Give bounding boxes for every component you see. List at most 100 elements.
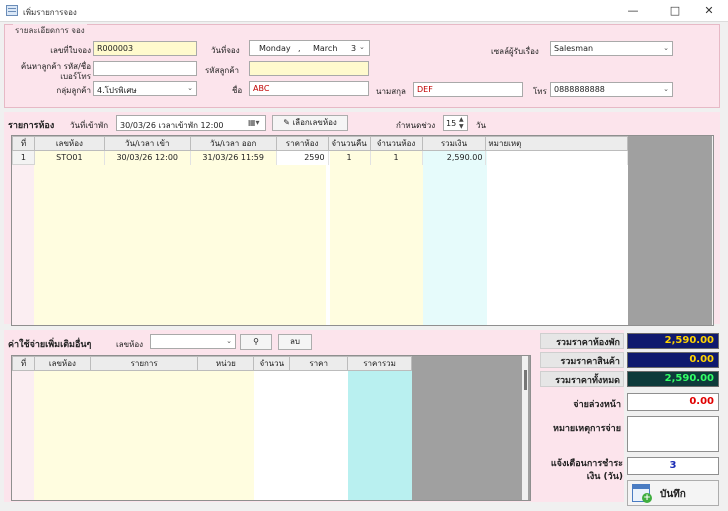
rooms-grid-empty-area: [628, 136, 713, 325]
reminder-label-2: เงิน (วัน): [586, 472, 623, 482]
expenses-grid-header: ที่ เลขห้อง รายการ หน่วย จำนวน ราคา ราคา…: [12, 356, 412, 371]
cell-checkout: 31/03/26 11:59: [190, 150, 277, 165]
rooms-grid[interactable]: ที่ เลขห้อง วัน/เวลา เข้า วัน/เวลา ออก ร…: [11, 135, 714, 326]
checkin-label: วันที่เข้าพัก: [70, 121, 109, 130]
col-header-nights: จำนวนคืน: [327, 136, 371, 151]
table-row[interactable]: 1 STO01 30/03/26 12:00 31/03/26 11:59 25…: [12, 150, 628, 165]
expense-room-select[interactable]: ⌄: [150, 334, 236, 349]
rooms-title: รายการห้อง: [8, 121, 55, 131]
cell-nights: 1: [328, 150, 371, 165]
customer-group-label: กลุ่มลูกค้า: [56, 86, 91, 95]
pencil-icon: ✎: [283, 118, 290, 127]
booking-date-day: Monday: [259, 44, 291, 53]
search-expense-button[interactable]: ⚲: [240, 334, 272, 350]
room-total-value: 2,590.00: [627, 333, 719, 349]
rooms-panel: รายการห้อง วันที่เข้าพัก 30/03/26 เวลาเข…: [4, 112, 720, 326]
last-name-field[interactable]: DEF: [413, 82, 523, 97]
col-header-remark: หมายเหตุ: [485, 136, 628, 151]
exp-col-header-index: ที่: [12, 356, 35, 371]
booking-date-picker[interactable]: Monday , March 30 ⌄: [249, 40, 370, 56]
app-window-icon: [6, 5, 18, 16]
phone-label: โทร: [533, 87, 547, 96]
maximize-icon[interactable]: □: [656, 0, 694, 22]
first-name-field[interactable]: ABC: [249, 81, 369, 96]
booking-details-panel: รายละเอียดการ จอง เลขที่ใบจอง R000003 วั…: [4, 24, 720, 108]
title-bar: เพิ่มรายการจอง — □ ✕: [0, 0, 728, 22]
search-icon: ⚲: [253, 337, 259, 346]
col-header-checkin: วัน/เวลา เข้า: [103, 136, 191, 151]
col-header-room-count: จำนวนห้อง: [369, 136, 423, 151]
expense-title: ค่าใช้จ่ายเพิ่มเติมอื่นๆ: [8, 340, 92, 350]
calendar-add-icon: +: [632, 484, 652, 503]
cell-room-price: 2590: [276, 150, 329, 165]
exp-col-header-amount: ราคารวม: [347, 356, 412, 371]
room-total-label: รวมราคาห้องพัก: [540, 333, 624, 349]
expenses-grid-scrollbar[interactable]: [524, 370, 527, 390]
salesman-value: Salesman: [554, 44, 594, 53]
booking-no-label: เลขที่ใบจอง: [50, 46, 91, 55]
expense-room-label: เลขห้อง: [116, 340, 144, 349]
checkin-datetime-value: 30/03/26 เวลาเข้าพัก 12:00: [120, 121, 224, 130]
chevron-down-icon: ⌄: [226, 337, 232, 345]
customer-search-input[interactable]: [93, 61, 197, 76]
delete-expense-button[interactable]: ลบ: [278, 334, 312, 350]
grand-total-value: 2,590.00: [627, 371, 719, 387]
last-name-label: นามสกุล: [376, 87, 406, 96]
payment-note-input[interactable]: [627, 416, 719, 452]
booking-details-legend: รายละเอียดการ จอง: [13, 24, 87, 37]
col-header-checkout: วัน/เวลา ออก: [189, 136, 277, 151]
chevron-down-icon: ⌄: [663, 44, 669, 52]
col-header-room-no: เลขห้อง: [33, 136, 105, 151]
range-stepper[interactable]: 15 ▲ ▼: [443, 115, 468, 131]
exp-col-header-price: ราคา: [289, 356, 349, 371]
range-label: กำหนดช่วง: [396, 121, 436, 130]
deposit-input[interactable]: 0.00: [627, 393, 719, 411]
expense-panel: ค่าใช้จ่ายเพิ่มเติมอื่นๆ เลขห้อง ⌄ ⚲ ลบ …: [4, 330, 624, 502]
booking-no-field[interactable]: R000003: [93, 41, 197, 56]
booking-date-month: March: [313, 44, 338, 53]
col-header-room-price: ราคาห้อง: [275, 136, 329, 151]
checkin-datetime-picker[interactable]: 30/03/26 เวลาเข้าพัก 12:00 ▦▾: [116, 115, 266, 131]
save-label: บันทึก: [660, 489, 686, 500]
cell-remark: [485, 150, 628, 165]
col-header-index: ที่: [12, 136, 35, 151]
phone-select[interactable]: 0888888888 ⌄: [550, 82, 673, 97]
range-value: 15: [446, 119, 457, 128]
booking-date-label: วันที่จอง: [211, 46, 240, 55]
cell-checkin: 30/03/26 12:00: [104, 150, 191, 165]
customer-code-field[interactable]: [249, 61, 369, 76]
exp-col-header-room-no: เลขห้อง: [33, 356, 91, 371]
phone-value: 0888888888: [554, 85, 605, 94]
booking-date-daynum: 30: [351, 44, 356, 53]
rooms-grid-header: ที่ เลขห้อง วัน/เวลา เข้า วัน/เวลา ออก ร…: [12, 136, 628, 151]
calendar-dropdown-icon[interactable]: ▦▾: [248, 118, 260, 127]
select-room-label: เลือกเลขห้อง: [292, 118, 337, 127]
chevron-down-icon: ⌄: [663, 85, 669, 93]
deposit-label: จ่ายล่วงหน้า: [573, 400, 621, 410]
payment-note-label: หมายเหตุการจ่าย: [553, 424, 621, 434]
product-total-label: รวมราคาสินค้า: [540, 352, 624, 368]
minimize-icon[interactable]: —: [614, 0, 652, 22]
reminder-days-input[interactable]: 3: [627, 457, 719, 475]
cell-room-no: STO01: [34, 150, 105, 165]
cell-index: 1: [12, 150, 35, 165]
customer-search-label-2: เบอร์โทร: [60, 72, 91, 81]
select-room-button[interactable]: ✎ เลือกเลขห้อง: [272, 115, 348, 131]
save-button[interactable]: + บันทึก: [627, 480, 719, 506]
customer-group-value: 4.โปรพิเศษ: [97, 86, 137, 95]
col-header-total: รวมเงิน: [421, 136, 487, 151]
customer-group-select[interactable]: 4.โปรพิเศษ ⌄: [93, 81, 197, 96]
chevron-down-icon[interactable]: ⌄: [359, 43, 365, 51]
stepper-arrows-icon[interactable]: ▲ ▼: [459, 116, 464, 130]
first-name-label: ชื่อ: [232, 86, 243, 95]
grand-total-label: รวมราคาทั้งหมด: [540, 371, 624, 387]
exp-col-header-item: รายการ: [89, 356, 199, 371]
salesman-select[interactable]: Salesman ⌄: [550, 41, 673, 56]
window-title: เพิ่มรายการจอง: [23, 8, 77, 17]
expenses-grid-empty-area: [412, 356, 530, 500]
product-total-value: 0.00: [627, 352, 719, 368]
expenses-grid[interactable]: ที่ เลขห้อง รายการ หน่วย จำนวน ราคา ราคา…: [11, 355, 531, 501]
reminder-label: แจ้งเตือนการชำระ: [550, 459, 623, 469]
close-icon[interactable]: ✕: [690, 0, 728, 22]
exp-col-header-qty: จำนวน: [253, 356, 291, 371]
